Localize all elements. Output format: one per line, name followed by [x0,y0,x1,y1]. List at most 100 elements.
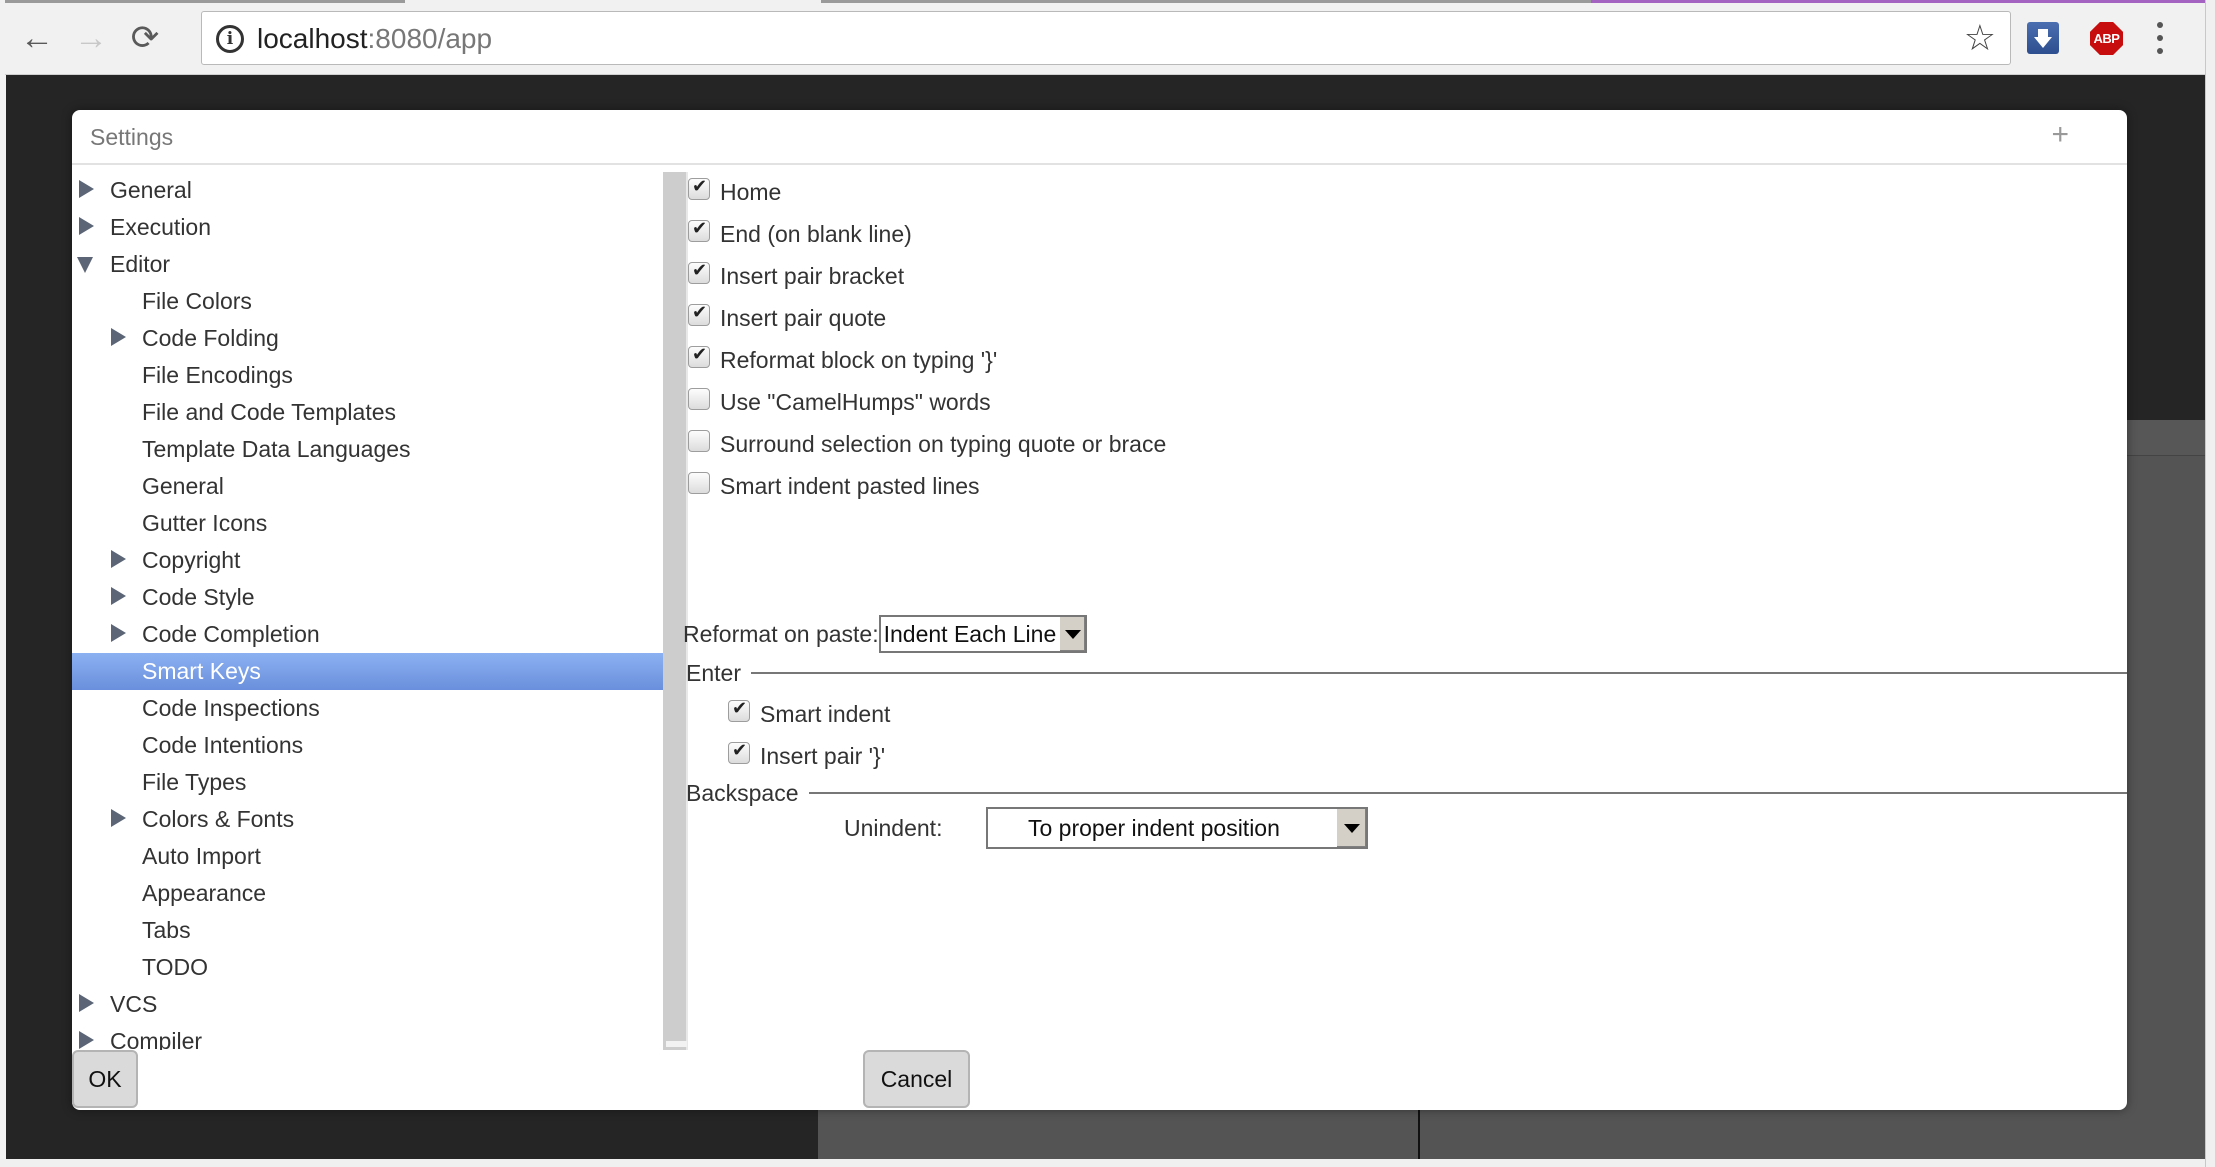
tree-item[interactable]: TODO [72,949,663,986]
url-text[interactable]: localhost:8080/app [257,22,492,56]
back-button[interactable]: ← [17,18,57,58]
unindent-select[interactable]: To proper indent position [986,807,1368,849]
tree-item[interactable]: Code Folding [72,320,663,357]
info-icon[interactable]: i [216,25,244,53]
option-row: Reformat block on typing '}' [688,340,997,380]
cancel-button[interactable]: Cancel [863,1050,970,1108]
tree-item[interactable]: Appearance [72,875,663,912]
option-row: Use "CamelHumps" words [688,382,991,422]
tree-item[interactable]: General [72,468,663,505]
browser-toolbar: ← → ⟳ i localhost:8080/app ☆ ABP [5,0,2205,75]
option-label: Insert pair '}' [760,742,886,769]
scrollbar-thumb[interactable] [666,1041,687,1047]
checkbox[interactable] [688,302,710,326]
triangle-right-icon[interactable] [109,579,129,616]
tab-active[interactable] [1591,0,2205,3]
download-arrow-head [2034,36,2052,48]
tree-item[interactable]: Tabs [72,912,663,949]
triangle-right-icon[interactable] [77,986,97,1023]
dialog-header: Settings + [72,110,2127,165]
tree-item-label: File Encodings [142,362,293,388]
tree-item[interactable]: Smart Keys [72,653,663,690]
tree-item-label: Gutter Icons [142,510,268,536]
tree-item[interactable]: VCS [72,986,663,1023]
plus-icon[interactable]: + [2051,118,2069,152]
reformat-on-paste-label: Reformat on paste: [683,620,879,647]
tree-item[interactable]: Copyright [72,542,663,579]
page-divider [1418,1110,1420,1159]
url-path: :8080/app [367,23,493,54]
tree-item-label: Auto Import [142,843,261,869]
tree-item[interactable]: File and Code Templates [72,394,663,431]
tree-item[interactable]: Execution [72,209,663,246]
tree-item[interactable]: Code Completion [72,616,663,653]
bookmark-star-icon[interactable]: ☆ [1964,18,1996,58]
option-label: Use "CamelHumps" words [720,388,991,415]
reload-button[interactable]: ⟳ [125,18,165,58]
tree-item[interactable]: Code Style [72,579,663,616]
desktop-strip-bottom [0,1159,2215,1167]
tree-item-label: Code Intentions [142,732,304,758]
option-label: Insert pair bracket [720,262,905,289]
tree-item[interactable]: Code Inspections [72,690,663,727]
desktop-strip-left [0,75,6,1160]
triangle-right-icon[interactable] [109,320,129,357]
chevron-down-icon [1336,809,1366,847]
tree-scrollbar[interactable] [663,172,688,1050]
browser-menu-icon[interactable] [2155,22,2165,54]
checkbox[interactable] [688,218,710,242]
tab[interactable] [5,0,405,3]
tree-item[interactable]: Compiler [72,1023,663,1050]
triangle-right-icon[interactable] [77,172,97,209]
tree-item[interactable]: Code Intentions [72,727,663,764]
tree-item[interactable]: File Encodings [72,357,663,394]
option-row: Home [688,172,781,212]
tree-item-label: Colors & Fonts [142,806,295,832]
tree-item-label: TODO [142,954,209,980]
checkbox[interactable] [688,344,710,368]
checkbox[interactable] [728,698,750,722]
tree-item-label: Template Data Languages [142,436,411,462]
reformat-on-paste-select[interactable]: Indent Each Line [878,615,1088,653]
settings-dialog: Settings + General Execution Editor File Co… [72,110,2127,1110]
tree-item[interactable]: Gutter Icons [72,505,663,542]
address-bar[interactable]: i localhost:8080/app ☆ [201,11,2011,65]
triangle-right-icon[interactable] [109,542,129,579]
tree-item[interactable]: Template Data Languages [72,431,663,468]
unindent-label: Unindent: [844,815,943,841]
adblock-plus-icon[interactable]: ABP [2090,22,2123,55]
url-host: localhost [257,23,368,54]
tree-item-label: Appearance [142,880,267,906]
tree-item-label: Code Style [142,584,255,610]
tree-item[interactable]: General [72,172,663,209]
tab[interactable] [821,0,1206,3]
option-row: End (on blank line) [688,214,912,254]
triangle-right-icon[interactable] [109,801,129,838]
option-label: Insert pair quote [720,304,887,331]
checkbox[interactable] [688,260,710,284]
triangle-right-icon[interactable] [109,616,129,653]
checkbox[interactable] [688,176,710,200]
triangle-right-icon[interactable] [77,1023,97,1050]
tab[interactable] [1206,0,1591,3]
checkbox[interactable] [688,388,710,410]
forward-button[interactable]: → [71,18,111,58]
tree-item[interactable]: Colors & Fonts [72,801,663,838]
ok-button[interactable]: OK [72,1050,138,1108]
tree-item-label: VCS [110,991,158,1017]
triangle-right-icon[interactable] [77,209,97,246]
triangle-down-icon[interactable] [77,246,97,283]
tree-item-label: Tabs [142,917,191,943]
tree-item[interactable]: File Types [72,764,663,801]
tree-item[interactable]: Auto Import [72,838,663,875]
tree-item[interactable]: Editor [72,246,663,283]
screen: ← → ⟳ i localhost:8080/app ☆ ABP Setting… [0,0,2215,1167]
download-extension-icon[interactable] [2027,22,2059,54]
checkbox[interactable] [688,430,710,452]
checkbox[interactable] [728,740,750,764]
option-row: Smart indent pasted lines [688,466,980,506]
reload-icon: ⟳ [130,19,160,57]
checkbox[interactable] [688,472,710,494]
tree-item[interactable]: File Colors [72,283,663,320]
enter-legend-label: Enter [686,659,741,686]
